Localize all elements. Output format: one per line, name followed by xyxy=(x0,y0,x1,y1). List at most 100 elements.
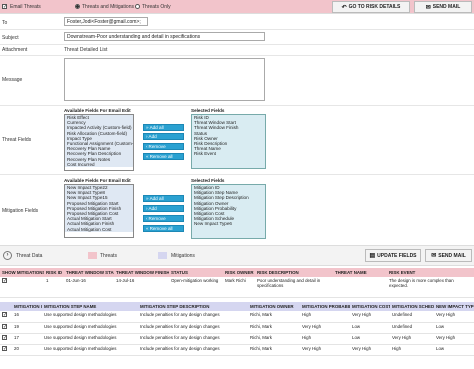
table-cell: Use supported design methodologies xyxy=(42,333,138,345)
message-label: Message xyxy=(2,77,23,83)
column-header[interactable]: THREAT NAME xyxy=(333,268,387,277)
mitigation-add-all-button[interactable]: » Add all xyxy=(143,195,184,202)
double-chevron-left-icon: « xyxy=(146,226,149,231)
column-header[interactable]: MITIGATION STEP NAME xyxy=(42,302,138,311)
threat-data-label: Threat Data xyxy=(16,253,43,259)
table-cell: Use supported design methodologies xyxy=(42,311,138,323)
column-header[interactable]: MITIGATION OWNER xyxy=(248,302,300,311)
table-row[interactable]: 17 Use supported design methodologies In… xyxy=(0,333,474,345)
table-cell: Undefined xyxy=(390,311,434,323)
chevron-right-icon: › xyxy=(146,134,148,139)
back-arrow-icon: ↶ xyxy=(341,4,347,11)
column-header[interactable]: MITIGATION STEP DESCRIPTION xyxy=(138,302,248,311)
double-chevron-right-icon: » xyxy=(146,196,149,201)
mitigation-available-list[interactable]: New Impact Type22 New Impact Type8 New I… xyxy=(64,184,134,238)
row-checkbox[interactable] xyxy=(2,312,7,317)
table-cell: High xyxy=(300,311,350,323)
list-option[interactable]: Actual Mitigation Cost xyxy=(65,226,133,232)
column-header[interactable]: MITIGATION ID xyxy=(12,302,42,311)
table-cell: Richi, Mark xyxy=(248,322,300,334)
threats-and-mitigations-radio[interactable] xyxy=(75,4,80,9)
list-option[interactable]: New Impact Type6 xyxy=(192,221,265,226)
table-cell: Open-mitigation working xyxy=(171,278,219,283)
subject-label: Subject xyxy=(2,35,19,41)
threats-only-radio[interactable] xyxy=(135,4,140,9)
row-select-cell[interactable] xyxy=(0,333,12,345)
mitigation-table: MITIGATION ID MITIGATION STEP NAME MITIG… xyxy=(0,302,474,356)
table-cell: High xyxy=(390,344,434,356)
list-option[interactable]: Cost Incurred xyxy=(65,161,133,168)
column-header[interactable]: MITIGATION COST xyxy=(350,302,390,311)
row-checkbox[interactable] xyxy=(2,334,7,340)
table-cell: Very High xyxy=(434,311,474,323)
divider xyxy=(0,174,474,175)
table-cell: 17 xyxy=(12,333,42,345)
table-cell: Low xyxy=(350,322,390,334)
column-header[interactable]: MITIGATION SCHEDULE xyxy=(390,302,434,311)
send-mail-bottom-button[interactable]: ✉ SEND MAIL xyxy=(425,249,472,262)
table-cell: Low xyxy=(434,322,474,334)
threat-available-list[interactable]: Risk Effect Currency Impacted Activity (… xyxy=(64,114,134,171)
column-header[interactable]: RISK OWNER xyxy=(223,268,255,277)
column-header[interactable]: THREAT WINDOW START xyxy=(64,268,114,277)
threat-table-header: SHOW MITIGATIONS RISK ID THREAT WINDOW S… xyxy=(0,268,474,277)
column-header[interactable]: MITIGATION PROBABILITY xyxy=(300,302,350,311)
threat-add-all-button[interactable]: » Add all xyxy=(143,124,184,131)
chevron-left-icon: ‹ xyxy=(146,216,148,221)
column-header[interactable]: STATUS xyxy=(169,268,223,277)
threat-add-button[interactable]: › Add xyxy=(143,133,184,140)
table-cell: Very High xyxy=(300,344,350,356)
mitigations-legend-label: Mitigations xyxy=(171,253,195,259)
threat-selected-list[interactable]: Risk ID Threat Window Start Threat Windo… xyxy=(191,114,266,169)
table-cell: Include penalties for any design changes xyxy=(138,344,248,356)
send-mail-button[interactable]: ✉ SEND MAIL xyxy=(414,1,472,13)
row-select-cell[interactable] xyxy=(0,322,12,334)
threat-remove-button[interactable]: ‹ Remove xyxy=(143,143,184,150)
document-icon: ▤ xyxy=(369,253,376,259)
table-row[interactable]: 19 Use supported design methodologies In… xyxy=(0,322,474,334)
to-field[interactable]: Foster,Jodi<Foster@gmail.com>; xyxy=(64,17,148,26)
table-row[interactable]: 20 Use supported design methodologies In… xyxy=(0,344,474,356)
column-header[interactable]: RISK ID xyxy=(44,268,64,277)
show-mitigations-cell[interactable] xyxy=(0,277,44,297)
row-checkbox[interactable] xyxy=(2,345,7,351)
threats-legend-label: Threats xyxy=(100,253,117,259)
row-select-cell[interactable] xyxy=(0,311,12,323)
mitigation-remove-all-button[interactable]: «Remove all xyxy=(143,225,184,232)
message-textarea[interactable] xyxy=(64,58,265,101)
table-cell: Very High xyxy=(350,344,390,356)
chevron-left-icon: ‹ xyxy=(146,144,148,149)
table-cell: Use supported design methodologies xyxy=(42,344,138,356)
mitigation-remove-button[interactable]: ‹ Remove xyxy=(143,215,184,222)
table-cell: High xyxy=(300,333,350,345)
column-header[interactable]: RISK EVENT xyxy=(387,268,474,277)
email-threats-checkbox[interactable] xyxy=(2,4,7,9)
table-cell: Include penalties for any design changes xyxy=(138,333,248,345)
update-fields-button[interactable]: ▤ UPDATE FIELDS xyxy=(365,249,421,262)
list-option[interactable]: Impacted Activity (Custom-field) xyxy=(65,125,133,131)
table-cell: Poor understanding and detail in specifi… xyxy=(257,278,321,288)
mitigation-add-button[interactable]: › Add xyxy=(143,205,184,212)
row-select-cell[interactable] xyxy=(0,344,12,356)
chevron-right-icon[interactable]: › xyxy=(3,251,12,260)
table-row[interactable]: 16 Use supported design methodologies In… xyxy=(0,311,474,323)
threat-fields-label: Threat Fields xyxy=(2,137,32,143)
column-header[interactable]: THREAT WINDOW FINISH xyxy=(114,268,169,277)
table-cell: Richi, Mark xyxy=(248,344,300,356)
table-row[interactable]: 1 01-Jun-16 14-Jul-16 Open-mitigation wo… xyxy=(0,277,474,297)
column-header[interactable]: NEW IMPACT TYPE6 xyxy=(434,302,474,311)
column-header[interactable]: SHOW MITIGATIONS xyxy=(0,268,44,277)
mitigation-selected-list[interactable]: Mitigation ID Mitigation Step Name Mitig… xyxy=(191,184,266,239)
threat-remove-all-button[interactable]: «Remove all xyxy=(143,153,184,160)
email-threats-label: Email Threats xyxy=(10,4,41,10)
list-option[interactable]: Risk Event xyxy=(192,151,265,156)
table-cell: Include penalties for any design changes xyxy=(138,311,248,323)
subject-field[interactable]: Downstream-Poor understanding and detail… xyxy=(64,32,265,41)
go-to-risk-details-button[interactable]: ↶ GO TO RISK DETAILS xyxy=(332,1,410,13)
attachment-link[interactable]: Threat Detailed List xyxy=(64,47,107,53)
show-mitigations-checkbox[interactable] xyxy=(2,278,7,283)
column-header[interactable]: RISK DESCRIPTION xyxy=(255,268,333,277)
table-cell: Very High xyxy=(434,333,474,345)
table-cell: 19 xyxy=(12,322,42,334)
row-checkbox[interactable] xyxy=(2,323,7,329)
